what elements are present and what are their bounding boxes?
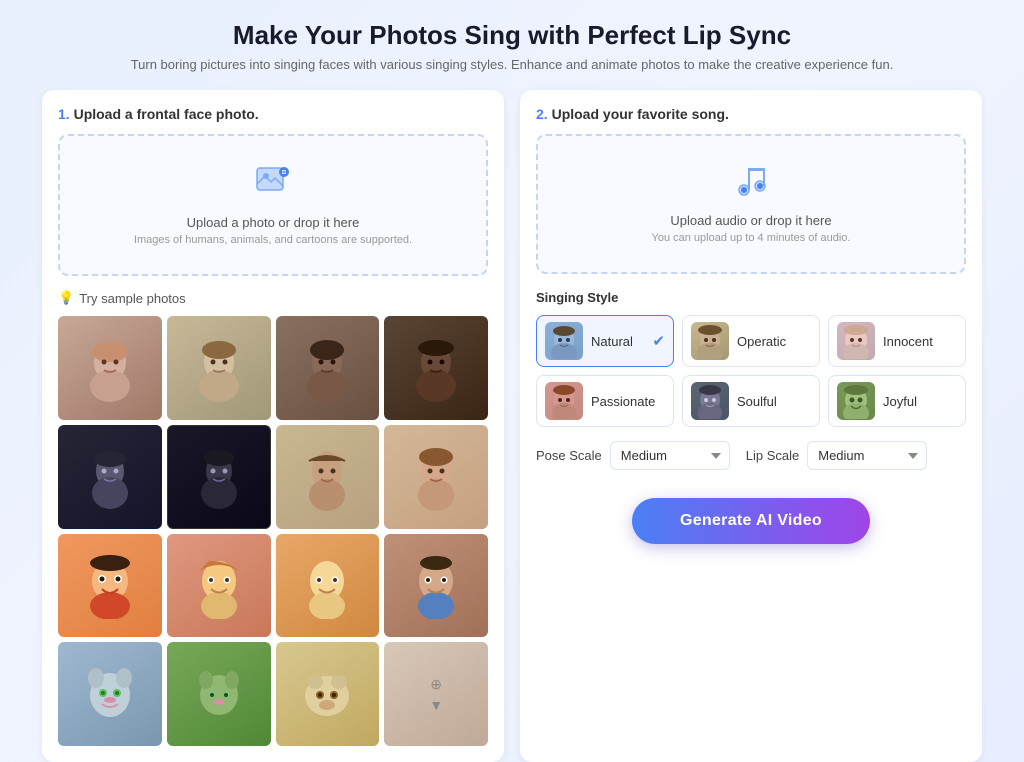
right-panel-num: 2. xyxy=(536,106,548,122)
style-innocent-thumb xyxy=(837,322,875,360)
scroll-to-top-icon[interactable]: ⊕ xyxy=(430,676,442,693)
style-passionate-name: Passionate xyxy=(591,394,655,409)
right-panel-title: 2. Upload your favorite song. xyxy=(536,106,966,122)
style-joyful[interactable]: Joyful xyxy=(828,375,966,427)
sample-photo-9[interactable] xyxy=(58,534,162,638)
upload-photo-sub-text: Images of humans, animals, and cartoons … xyxy=(134,234,412,246)
style-passionate[interactable]: Passionate xyxy=(536,375,674,427)
style-soulful-thumb xyxy=(691,382,729,420)
sample-label: 💡 Try sample photos xyxy=(58,290,488,306)
style-soulful[interactable]: Soulful xyxy=(682,375,820,427)
singing-style-label: Singing Style xyxy=(536,290,966,305)
right-panel: 2. Upload your favorite song. Upload au xyxy=(520,90,982,762)
pose-scale-label: Pose Scale xyxy=(536,448,602,463)
sample-photo-11[interactable] xyxy=(276,534,380,638)
style-operatic[interactable]: Operatic xyxy=(682,315,820,367)
upload-audio-sub-text: You can upload up to 4 minutes of audio. xyxy=(652,232,851,244)
right-panel-title-text: Upload your favorite song. xyxy=(552,106,729,122)
scroll-down-icon[interactable]: ▼ xyxy=(429,697,443,713)
sample-photo-6[interactable] xyxy=(167,425,271,529)
sample-photo-10[interactable] xyxy=(167,534,271,638)
scale-controls: Pose Scale Small Medium Large Lip Scale … xyxy=(536,441,966,470)
sample-photo-16-controls: ⊕ ▼ xyxy=(384,642,488,746)
style-operatic-name: Operatic xyxy=(737,334,786,349)
style-operatic-thumb xyxy=(691,322,729,360)
left-panel-title: 1. Upload a frontal face photo. xyxy=(58,106,488,122)
sample-section: 💡 Try sample photos xyxy=(58,290,488,746)
sample-photo-14[interactable] xyxy=(167,642,271,746)
sample-emoji: 💡 xyxy=(58,290,74,306)
page-header: Make Your Photos Sing with Perfect Lip S… xyxy=(42,20,982,72)
generate-ai-video-button[interactable]: Generate AI Video xyxy=(632,498,870,544)
sample-photo-4[interactable] xyxy=(384,316,488,420)
sample-photo-1[interactable] xyxy=(58,316,162,420)
page-subtitle: Turn boring pictures into singing faces … xyxy=(42,57,982,72)
style-passionate-thumb xyxy=(545,382,583,420)
generate-btn-wrap: Generate AI Video xyxy=(536,498,966,544)
photo-upload-area[interactable]: Upload a photo or drop it here Images of… xyxy=(58,134,488,276)
style-soulful-name: Soulful xyxy=(737,394,777,409)
audio-upload-area[interactable]: Upload audio or drop it here You can upl… xyxy=(536,134,966,274)
pose-scale-group: Pose Scale Small Medium Large xyxy=(536,441,730,470)
sample-photo-8[interactable] xyxy=(384,425,488,529)
style-natural-name: Natural xyxy=(591,334,633,349)
sample-photo-2[interactable] xyxy=(167,316,271,420)
left-panel-num: 1. xyxy=(58,106,70,122)
upload-audio-icon xyxy=(734,164,768,205)
style-joyful-thumb xyxy=(837,382,875,420)
sample-photo-5[interactable] xyxy=(58,425,162,529)
sample-photo-grid: ⊕ ▼ xyxy=(58,316,488,746)
page-title: Make Your Photos Sing with Perfect Lip S… xyxy=(42,20,982,51)
style-natural-check: ✔ xyxy=(652,332,665,350)
style-joyful-name: Joyful xyxy=(883,394,917,409)
upload-photo-icon xyxy=(255,164,291,207)
upload-audio-main-text: Upload audio or drop it here xyxy=(670,213,831,228)
lip-scale-group: Lip Scale Small Medium Large xyxy=(746,441,927,470)
upload-photo-main-text: Upload a photo or drop it here xyxy=(187,215,360,230)
pose-scale-select[interactable]: Small Medium Large xyxy=(610,441,730,470)
sample-photo-15[interactable] xyxy=(276,642,380,746)
singing-style-grid: Natural ✔ xyxy=(536,315,966,427)
sample-photo-12[interactable] xyxy=(384,534,488,638)
sample-photo-13[interactable] xyxy=(58,642,162,746)
sample-photo-7[interactable] xyxy=(276,425,380,529)
lip-scale-label: Lip Scale xyxy=(746,448,799,463)
style-natural-thumb xyxy=(545,322,583,360)
lip-scale-select[interactable]: Small Medium Large xyxy=(807,441,927,470)
left-panel-title-text: Upload a frontal face photo. xyxy=(74,106,259,122)
style-innocent-name: Innocent xyxy=(883,334,933,349)
left-panel: 1. Upload a frontal face photo. Upload xyxy=(42,90,504,762)
style-innocent[interactable]: Innocent xyxy=(828,315,966,367)
sample-photo-3[interactable] xyxy=(276,316,380,420)
style-natural[interactable]: Natural ✔ xyxy=(536,315,674,367)
